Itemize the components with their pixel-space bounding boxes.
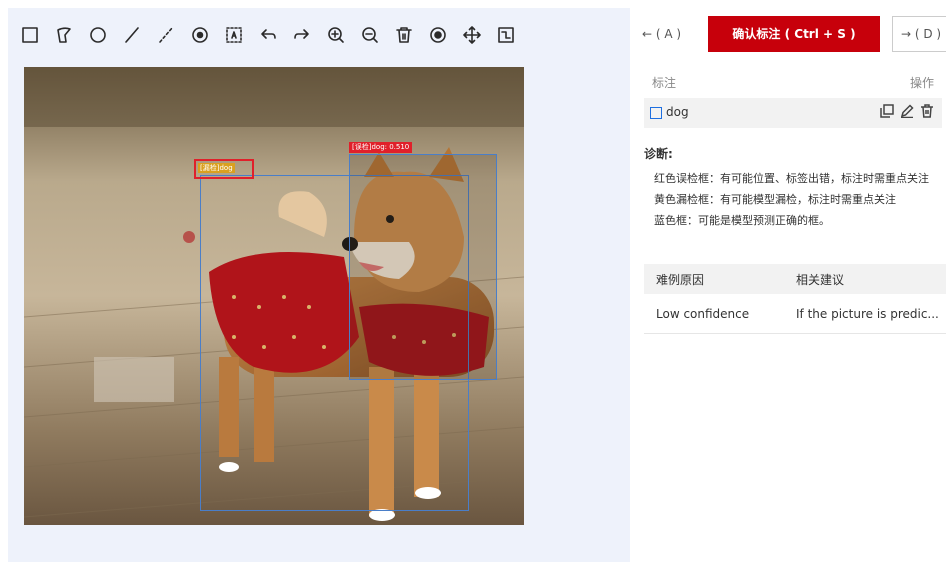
- zoom-out-icon: [362, 27, 378, 43]
- annotation-list-item[interactable]: dog: [644, 98, 942, 128]
- visibility-tool[interactable]: [426, 23, 450, 47]
- copy-icon: [880, 104, 894, 118]
- copy-button[interactable]: [880, 104, 896, 120]
- delete-tool[interactable]: [392, 23, 416, 47]
- annotation-label: dog: [666, 105, 689, 119]
- operation-column-label: 操作: [909, 76, 934, 90]
- visibility-icon: [430, 27, 446, 43]
- rectangle-tool[interactable]: [18, 23, 42, 47]
- edit-button[interactable]: [900, 104, 916, 120]
- diagnosis-section: 诊断: 红色误检框：有可能位置、标签出错，标注时需重点关注 黄色漏检框：有可能模…: [644, 145, 934, 235]
- auto-label-tool[interactable]: [222, 23, 246, 47]
- reason-cell: Low confidence: [656, 306, 750, 321]
- difficult-case-table: 难例原因 相关建议 Low confidence If the picture …: [644, 264, 946, 334]
- polygon-icon: [57, 27, 71, 43]
- undo-tool[interactable]: [256, 23, 280, 47]
- navigation-bar: ← ( A ) 确认标注 ( Ctrl + S ) → ( D ): [630, 16, 946, 52]
- annotation-column-label: 标注: [652, 76, 677, 90]
- annotation-toolbar: [8, 8, 630, 62]
- fit-screen-tool[interactable]: [494, 23, 518, 47]
- auto-label-icon: [226, 27, 242, 43]
- dashed-line-tool[interactable]: [154, 23, 178, 47]
- advice-column-header: 相关建议: [796, 272, 845, 287]
- zoom-in-tool[interactable]: [324, 23, 348, 47]
- image-canvas[interactable]: [误检]dog: 0.510 [漏检]dog: [24, 67, 524, 525]
- delete-icon: [396, 27, 412, 43]
- diagnosis-blue-line: 蓝色框：可能是模型预测正确的框。: [654, 214, 830, 227]
- undo-icon: [261, 29, 276, 39]
- dashed-line-icon: [159, 27, 173, 43]
- reason-column-header: 难例原因: [656, 272, 705, 287]
- bbox-dog-prediction[interactable]: [349, 154, 497, 380]
- zoom-in-icon: [328, 27, 344, 43]
- annotation-workspace: [误检]dog: 0.510 [漏检]dog: [8, 8, 630, 562]
- zoom-out-tool[interactable]: [358, 23, 382, 47]
- prediction-tag: [误检]dog: 0.510: [349, 142, 413, 153]
- next-image-button[interactable]: → ( D ): [892, 16, 946, 52]
- diagnosis-title: 诊断:: [644, 147, 673, 161]
- table-header: 难例原因 相关建议: [644, 264, 946, 294]
- redo-tool[interactable]: [290, 23, 314, 47]
- diagnosis-yellow-line: 黄色漏检框：有可能模型漏检，标注时需重点关注: [654, 193, 896, 206]
- point-tool[interactable]: [188, 23, 212, 47]
- point-icon: [192, 27, 208, 43]
- diagnosis-red-line: 红色误检框：有可能位置、标签出错，标注时需重点关注: [654, 172, 929, 185]
- missed-detection-tag: [漏检]dog: [194, 159, 254, 179]
- annotation-list-header: 标注 操作: [652, 74, 934, 94]
- line-icon: [125, 27, 139, 43]
- missed-detection-label: [漏检]dog: [198, 163, 235, 173]
- right-panel: ← ( A ) 确认标注 ( Ctrl + S ) → ( D ) 标注 操作 …: [630, 0, 946, 562]
- move-icon: [463, 26, 481, 44]
- confirm-annotation-button[interactable]: 确认标注 ( Ctrl + S ): [708, 16, 880, 52]
- trash-icon: [921, 104, 933, 118]
- annotation-checkbox[interactable]: [650, 107, 662, 119]
- rectangle-icon: [22, 27, 38, 43]
- move-tool[interactable]: [460, 23, 484, 47]
- line-tool[interactable]: [120, 23, 144, 47]
- redo-icon: [294, 29, 309, 39]
- polygon-tool[interactable]: [52, 23, 76, 47]
- circle-tool[interactable]: [86, 23, 110, 47]
- fit-screen-icon: [498, 27, 514, 43]
- circle-icon: [90, 27, 106, 43]
- previous-image-button[interactable]: ← ( A ): [642, 16, 681, 52]
- table-row[interactable]: Low confidence If the picture is predic.…: [644, 294, 946, 334]
- delete-button[interactable]: [920, 104, 936, 120]
- edit-icon: [900, 104, 914, 119]
- advice-cell: If the picture is predic...: [796, 306, 939, 321]
